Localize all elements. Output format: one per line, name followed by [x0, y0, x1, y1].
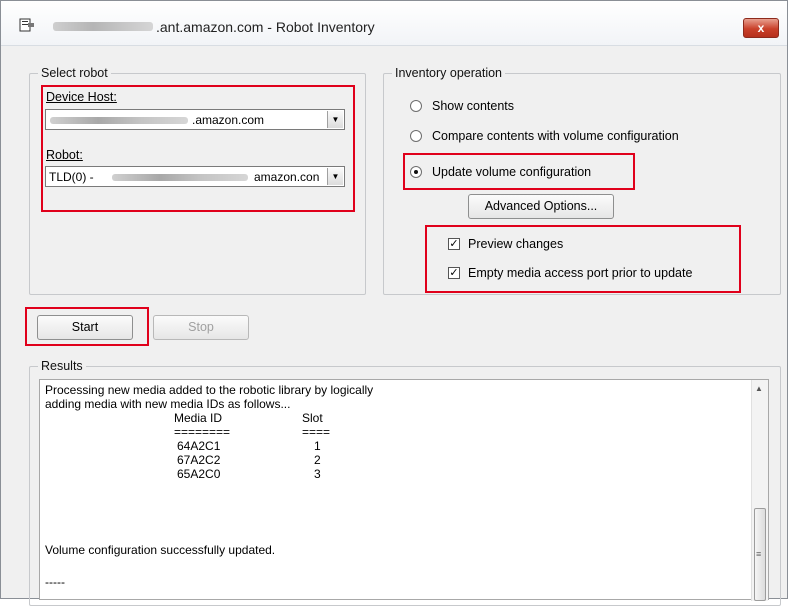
inventory-operation-legend: Inventory operation [392, 66, 506, 80]
scroll-up-icon[interactable]: ▲ [755, 384, 763, 393]
redacted-device-host [50, 117, 188, 124]
robot-select[interactable]: TLD(0) - amazon.con ▼ [45, 166, 345, 187]
results-line: Processing new media added to the roboti… [45, 383, 374, 397]
checkbox[interactable]: ✓ [448, 238, 460, 250]
checkbox-label: Empty media access port prior to update [468, 266, 693, 280]
scroll-grip-icon: ≡ [756, 549, 762, 559]
close-icon[interactable]: x [743, 18, 779, 38]
device-host-label: Device Host: [46, 90, 117, 104]
results-status-line: Volume configuration successfully update… [45, 543, 276, 557]
device-host-label-text: Device Host: [46, 90, 117, 104]
radio-button[interactable] [410, 130, 422, 142]
col-slot-header: Slot [302, 411, 323, 425]
slot-cell: 1 [314, 439, 321, 453]
col-media-id-header: Media ID [174, 411, 223, 425]
device-host-select[interactable]: .amazon.com ▼ [45, 109, 345, 130]
redacted-robot-host [112, 174, 248, 181]
slot-cell: 3 [314, 467, 321, 481]
device-host-value: .amazon.com [192, 113, 265, 127]
results-scrollbar[interactable]: ▲ ≡ [751, 380, 768, 601]
advanced-options-button[interactable]: Advanced Options... [468, 194, 614, 219]
title-bar: .ant.amazon.com - Robot Inventory x [1, 1, 787, 46]
robot-label: Robot: [46, 148, 83, 162]
media-id-cell: 64A2C1 [177, 439, 221, 453]
media-id-cell: 67A2C2 [177, 453, 221, 467]
radio-label: Show contents [432, 99, 514, 113]
select-robot-legend: Select robot [38, 66, 111, 80]
redacted-hostname [53, 22, 153, 31]
results-line: adding media with new media IDs as follo… [45, 397, 291, 411]
col-media-id-separator: ======== [174, 425, 231, 439]
robot-value-prefix: TLD(0) - [49, 170, 94, 184]
col-slot-separator: ==== [302, 425, 331, 439]
results-text-area[interactable]: Processing new media added to the roboti… [39, 379, 769, 601]
radio-button-selected[interactable] [410, 166, 422, 178]
robot-value-suffix: amazon.con [254, 170, 320, 184]
dropdown-arrow-icon[interactable]: ▼ [327, 111, 343, 128]
robot-inventory-window: .ant.amazon.com - Robot Inventory x Sele… [0, 0, 788, 606]
checkbox-label: Preview changes [468, 237, 564, 251]
results-trailer-line: ----- [45, 575, 65, 589]
window-title: .ant.amazon.com - Robot Inventory [156, 19, 375, 35]
robot-label-text: Robot: [46, 148, 83, 162]
slot-cell: 2 [314, 453, 321, 467]
scroll-thumb[interactable]: ≡ [754, 508, 766, 601]
results-legend: Results [38, 359, 86, 373]
stop-button[interactable]: Stop [153, 315, 249, 340]
radio-button[interactable] [410, 100, 422, 112]
start-button[interactable]: Start [37, 315, 133, 340]
media-id-cell: 65A2C0 [177, 467, 221, 481]
checkbox[interactable]: ✓ [448, 267, 460, 279]
radio-label: Compare contents with volume configurati… [432, 129, 679, 143]
app-icon [19, 18, 34, 32]
dropdown-arrow-icon[interactable]: ▼ [327, 168, 343, 185]
radio-label: Update volume configuration [432, 165, 592, 179]
